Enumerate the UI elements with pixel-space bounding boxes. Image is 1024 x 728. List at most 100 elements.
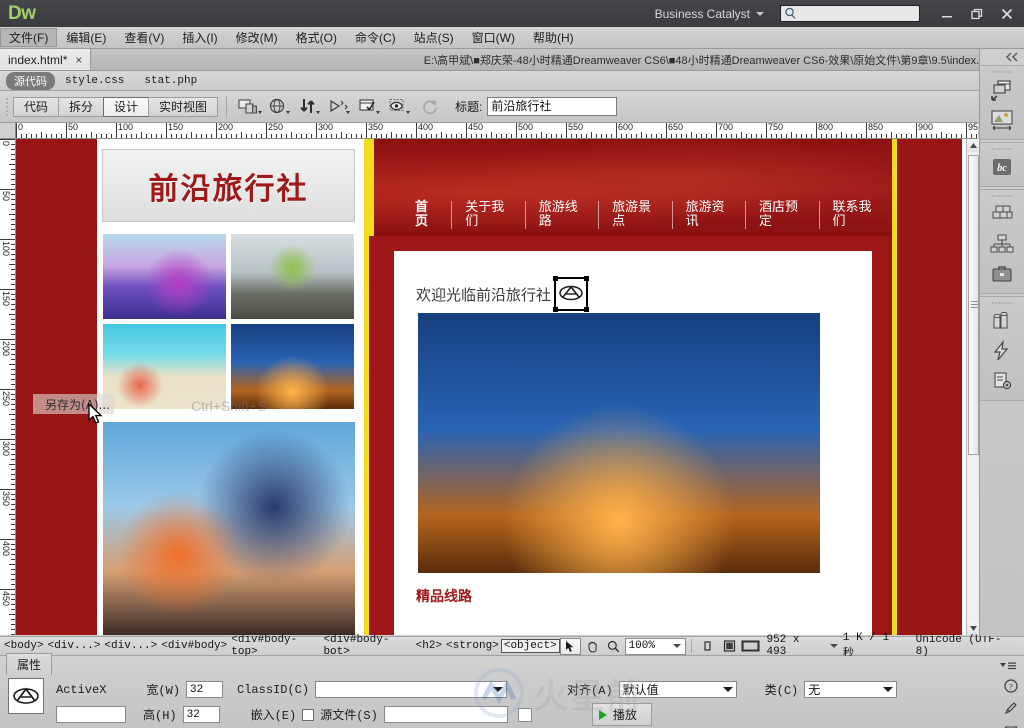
close-icon[interactable]: × [75,53,82,67]
nav-link-about[interactable]: 关于我们 [451,201,524,229]
business-catalyst-menu[interactable]: Business Catalyst [645,5,774,23]
source-code-button[interactable]: 源代码 [6,71,55,90]
horizontal-ruler[interactable]: 0 50 100 150 200 250 300 350 400 450 500 550 600 650 7… [16,123,978,139]
minimize-button[interactable] [932,3,962,25]
page-title-input[interactable]: 前沿旅行社 [487,97,618,116]
menu-format[interactable]: 格式(O) [287,28,346,47]
tag-div-2[interactable]: <div...> [102,640,159,652]
collapse-panels-button[interactable] [980,49,1024,65]
menu-help[interactable]: 帮助(H) [524,28,583,47]
tablet-screen-size-icon[interactable] [718,638,740,655]
databases-icon[interactable] [980,306,1024,336]
nav-link-home[interactable]: 首页 [402,201,451,229]
related-file-style-css[interactable]: style.css [55,75,134,87]
view-button-split[interactable]: 拆分 [58,96,105,117]
view-button-design[interactable]: 设计 [103,96,150,117]
multiscreen-preview-icon[interactable] [235,95,265,119]
site-logo-box[interactable]: 前沿旅行社 [102,149,355,222]
src-input[interactable] [383,706,508,723]
zoom-tool-icon[interactable] [603,638,625,655]
align-select[interactable]: 默认值 [618,681,737,698]
css-transitions-icon[interactable] [980,105,1024,135]
hand-tool-icon[interactable] [581,638,603,655]
panel-options-menu-icon[interactable] [1000,660,1016,674]
nav-link-attractions[interactable]: 旅游景点 [598,201,671,229]
menu-commands[interactable]: 命令(C) [346,28,405,47]
hero-image-potala-fountain[interactable] [418,313,820,573]
menu-edit[interactable]: 编辑(E) [57,28,115,47]
play-button[interactable]: 播放 [591,703,652,726]
tag-body[interactable]: <body> [2,640,46,652]
activex-object-placeholder[interactable] [553,276,590,312]
dock-grip[interactable] [980,68,1024,75]
tag-h2[interactable]: <h2> [414,640,444,652]
class-select[interactable]: 无 [804,681,898,698]
insert-panel-icon[interactable] [980,75,1024,105]
tag-object[interactable]: <object> [500,639,560,653]
nav-link-hotel[interactable]: 酒店预定 [745,201,818,229]
dock-grip[interactable] [980,192,1024,199]
chevron-down-icon[interactable] [829,644,838,648]
menu-site[interactable]: 站点(S) [405,28,463,47]
restore-button[interactable] [962,3,992,25]
menu-insert[interactable]: 插入(I) [173,28,226,47]
view-button-code[interactable]: 代码 [13,96,60,117]
bindings-icon[interactable] [980,336,1024,366]
document-tab-index[interactable]: index.html* × [0,49,92,70]
business-catalyst-icon[interactable]: bc [980,152,1024,182]
zoom-level-select[interactable]: 100% [624,637,686,655]
live-code-icon[interactable] [325,95,355,119]
dock-grip[interactable] [980,299,1024,306]
menu-view[interactable]: 查看(V) [115,28,173,47]
menu-window[interactable]: 窗口(W) [463,28,524,47]
css-styles-icon[interactable] [980,199,1024,229]
classid-select[interactable] [315,681,508,698]
nav-link-news[interactable]: 旅游资讯 [671,201,745,229]
tag-strong[interactable]: <strong> [444,640,501,652]
dock-grip[interactable] [980,145,1024,152]
scrollbar-thumb[interactable] [968,155,979,455]
small-screen-size-icon[interactable] [697,638,719,655]
file-management-icon[interactable] [295,95,325,119]
object-name-input[interactable] [56,706,126,723]
menu-file[interactable]: 文件(F) [0,28,58,47]
thumbnail-sunglasses-couple[interactable] [103,422,355,635]
tag-div-body[interactable]: <div#body> [159,640,229,652]
tag-div-body-bot[interactable]: <div#body-bot> [321,634,413,658]
server-behaviors-icon[interactable] [980,366,1024,396]
preview-in-browser-icon[interactable] [265,95,295,119]
desktop-screen-size-icon[interactable] [740,638,762,655]
thumbnail-fountain-night[interactable] [231,324,354,409]
search-input[interactable] [780,5,920,22]
vertical-ruler[interactable]: 0 50 100 150 200 250 300 350 400 450 [0,139,16,635]
view-button-live[interactable]: 实时视图 [148,96,219,117]
nav-link-routes[interactable]: 旅游线路 [524,201,598,229]
related-file-stat-php[interactable]: stat.php [134,75,207,87]
tag-div-1[interactable]: <div...> [46,640,103,652]
visual-aids-icon[interactable] [385,95,415,119]
thumbnail-couple-beach[interactable] [231,234,354,319]
refresh-icon[interactable] [415,95,445,119]
design-canvas[interactable]: 前沿旅行社 首页 关于我们 旅游线路 旅游景点 旅游资讯 酒店预定 联系我们 欢… [16,139,978,635]
canvas-vertical-scrollbar[interactable] [966,139,980,635]
tab-properties[interactable]: 属性 [6,653,53,675]
validation-icon[interactable] [355,95,385,119]
ap-elements-icon[interactable] [980,229,1024,259]
thumbnail-group-beach[interactable] [103,324,226,409]
menu-modify[interactable]: 修改(M) [227,28,287,47]
tag-div-body-top[interactable]: <div#body-top> [229,634,321,658]
embed-checkbox[interactable] [302,708,315,721]
expand-icon[interactable] [1003,723,1019,728]
parameters-icon[interactable] [1004,701,1018,718]
browse-folder-icon[interactable] [517,707,532,722]
select-tool-icon[interactable] [559,637,582,655]
document-dimensions[interactable]: 952 x 493 [761,634,829,658]
help-icon[interactable]: ? [1004,679,1018,696]
thumbnail-purple-lake[interactable] [103,234,226,319]
close-button[interactable] [992,3,1022,25]
ruler-corner[interactable] [0,123,16,139]
width-input[interactable]: 32 [186,681,224,698]
nav-link-contact[interactable]: 联系我们 [818,201,892,229]
business-panel-icon[interactable] [980,259,1024,289]
height-input[interactable]: 32 [182,706,220,723]
